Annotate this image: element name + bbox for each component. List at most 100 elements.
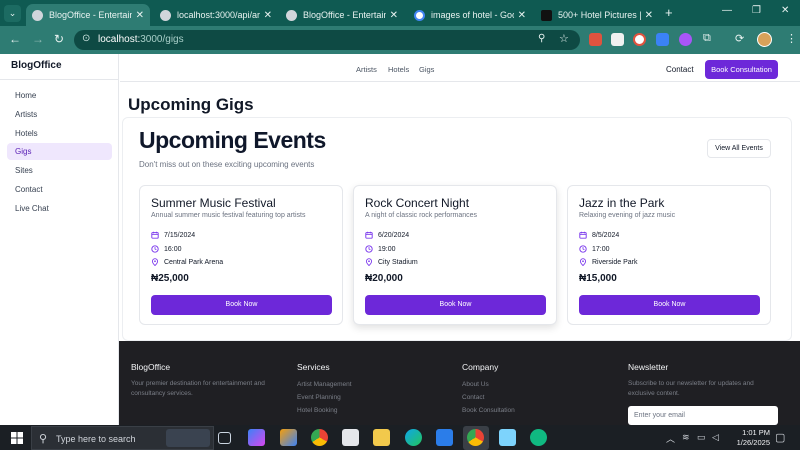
extension-icon[interactable] — [611, 33, 624, 46]
close-tab-icon[interactable]: ✕ — [264, 10, 272, 21]
top-navigation: Artists Hotels Gigs Contact Book Consult… — [120, 54, 800, 82]
close-tab-icon[interactable]: ✕ — [390, 10, 398, 21]
sidebar-item-gigs[interactable]: Gigs — [7, 143, 112, 160]
sidebar-item-live-chat[interactable]: Live Chat — [7, 200, 112, 217]
section-title: Upcoming Events — [139, 127, 326, 153]
battery-icon[interactable]: ▭ — [697, 432, 706, 443]
globe-icon — [32, 9, 43, 21]
event-date-row: 6/20/2024 — [365, 231, 409, 239]
zoom-icon[interactable]: ⚲ — [538, 33, 545, 44]
close-tab-icon[interactable]: ✕ — [645, 10, 653, 21]
show-hidden-icons-chevron[interactable]: ︿ — [666, 432, 675, 445]
location-pin-icon — [579, 258, 587, 266]
nav-link-gigs[interactable]: Gigs — [419, 65, 434, 74]
browser-tab-3[interactable]: BlogOffice - Entertainment ✕ — [280, 4, 404, 26]
sidebar-item-artists[interactable]: Artists — [7, 106, 112, 123]
book-consultation-button[interactable]: Book Consultation — [705, 60, 778, 79]
security-app-icon[interactable] — [342, 429, 359, 446]
event-venue-row: City Stadium — [365, 258, 418, 266]
nav-link-hotels[interactable]: Hotels — [388, 65, 409, 74]
extension-icon[interactable] — [589, 33, 602, 46]
app-icon[interactable] — [530, 429, 547, 446]
event-venue: Riverside Park — [592, 258, 638, 266]
network-icon[interactable]: ≋ — [682, 432, 690, 443]
browser-tab-4[interactable]: images of hotel - Google ✕ — [408, 4, 532, 26]
section-subtitle: Don't miss out on these exciting upcomin… — [139, 160, 315, 169]
browser-tab-2[interactable]: localhost:3000/api/artists ✕ — [154, 4, 278, 26]
site-info-icon[interactable]: ⊙ — [82, 33, 90, 44]
sidebar-item-sites[interactable]: Sites — [7, 162, 112, 179]
tab-title: BlogOffice - Entertainment — [49, 10, 132, 20]
notepad-icon[interactable] — [499, 429, 516, 446]
sidebar-item-hotels[interactable]: Hotels — [7, 125, 112, 142]
task-view-icon[interactable] — [218, 432, 231, 444]
windows-start-icon[interactable] — [11, 432, 23, 444]
event-card: Summer Music Festival Annual summer musi… — [139, 185, 343, 325]
calendar-icon — [579, 231, 587, 239]
view-all-events-button[interactable]: View All Events — [707, 139, 771, 158]
back-icon[interactable]: ← — [9, 32, 21, 46]
event-card: Jazz in the Park Relaxing evening of jaz… — [567, 185, 771, 325]
brand-logo[interactable]: BlogOffice — [11, 60, 62, 71]
sync-icon[interactable]: ⟳ — [735, 32, 744, 45]
google-icon — [414, 9, 425, 21]
sidebar-item-home[interactable]: Home — [7, 87, 112, 104]
file-explorer-icon[interactable] — [373, 429, 390, 446]
restore-icon[interactable]: ❐ — [752, 5, 761, 16]
vscode-icon[interactable] — [436, 429, 453, 446]
extension-icon[interactable] — [633, 33, 646, 46]
book-now-button[interactable]: Book Now — [151, 295, 332, 315]
address-bar[interactable]: ⊙ localhost:3000/gigs ⚲ ☆ — [74, 30, 580, 50]
extension-icon[interactable] — [656, 33, 669, 46]
copilot-icon[interactable] — [248, 429, 265, 446]
event-card: Rock Concert Night A night of classic ro… — [353, 185, 557, 325]
browser-toolbar: ← → ↻ ⊙ localhost:3000/gigs ⚲ ☆ ⧉ ⟳ ⋮ — [0, 26, 800, 54]
close-tab-icon[interactable]: ✕ — [136, 10, 144, 21]
footer-link-about-us[interactable]: About Us — [462, 380, 489, 390]
bookmark-star-icon[interactable]: ☆ — [559, 32, 569, 45]
taskbar-clock[interactable]: 1:01 PM 1/26/2025 — [722, 428, 770, 448]
taskbar-search-box[interactable]: ⚲ Type here to search — [31, 426, 214, 450]
nav-contact-link[interactable]: Contact — [666, 65, 694, 74]
close-window-icon[interactable]: ✕ — [781, 5, 789, 16]
tab-title: 500+ Hotel Pictures | Dow — [558, 10, 641, 20]
footer-brand-title: BlogOffice — [131, 362, 171, 372]
reload-icon[interactable]: ↻ — [54, 32, 64, 46]
nav-link-artists[interactable]: Artists — [356, 65, 377, 74]
book-now-button[interactable]: Book Now — [365, 295, 546, 315]
browser-tab-1[interactable]: BlogOffice - Entertainment ✕ — [26, 4, 150, 26]
browser-tab-5[interactable]: 500+ Hotel Pictures | Dow ✕ — [535, 4, 659, 26]
event-venue: Central Park Arena — [164, 258, 224, 266]
sidebar-item-contact[interactable]: Contact — [7, 181, 112, 198]
footer-link-book-consultation[interactable]: Book Consultation — [462, 406, 515, 416]
event-date-row: 8/5/2024 — [579, 231, 619, 239]
tab-search-button[interactable]: ⌄ — [4, 5, 21, 22]
extensions-puzzle-icon[interactable]: ⧉ — [703, 32, 711, 45]
profile-avatar[interactable] — [757, 32, 772, 47]
event-time-row: 17:00 — [579, 245, 610, 253]
chrome-icon[interactable] — [311, 429, 328, 446]
event-price: ₦15,000 — [579, 273, 617, 284]
microsoft-store-icon[interactable] — [280, 429, 297, 446]
footer-link-hotel-booking[interactable]: Hotel Booking — [297, 406, 337, 416]
event-venue-row: Central Park Arena — [151, 258, 223, 266]
browser-menu-icon[interactable]: ⋮ — [786, 32, 797, 45]
event-date: 7/15/2024 — [164, 231, 196, 239]
newsletter-email-input[interactable]: Enter your email — [628, 406, 778, 425]
search-icon: ⚲ — [39, 433, 48, 445]
new-tab-icon[interactable]: + — [665, 5, 673, 20]
footer-link-artist-management[interactable]: Artist Management — [297, 380, 352, 390]
extension-icon[interactable] — [679, 33, 692, 46]
forward-icon[interactable]: → — [32, 32, 44, 46]
location-pin-icon — [365, 258, 373, 266]
divider — [0, 79, 119, 80]
volume-icon[interactable]: ◁ — [712, 432, 719, 443]
book-now-button[interactable]: Book Now — [579, 295, 760, 315]
notification-icon[interactable]: ▢ — [775, 431, 785, 444]
chrome-active-icon[interactable] — [467, 429, 484, 446]
footer-link-event-planning[interactable]: Event Planning — [297, 393, 341, 403]
minimize-icon[interactable]: — — [722, 5, 732, 16]
edge-icon[interactable] — [405, 429, 422, 446]
footer-link-contact[interactable]: Contact — [462, 393, 484, 403]
close-tab-icon[interactable]: ✕ — [518, 10, 526, 21]
